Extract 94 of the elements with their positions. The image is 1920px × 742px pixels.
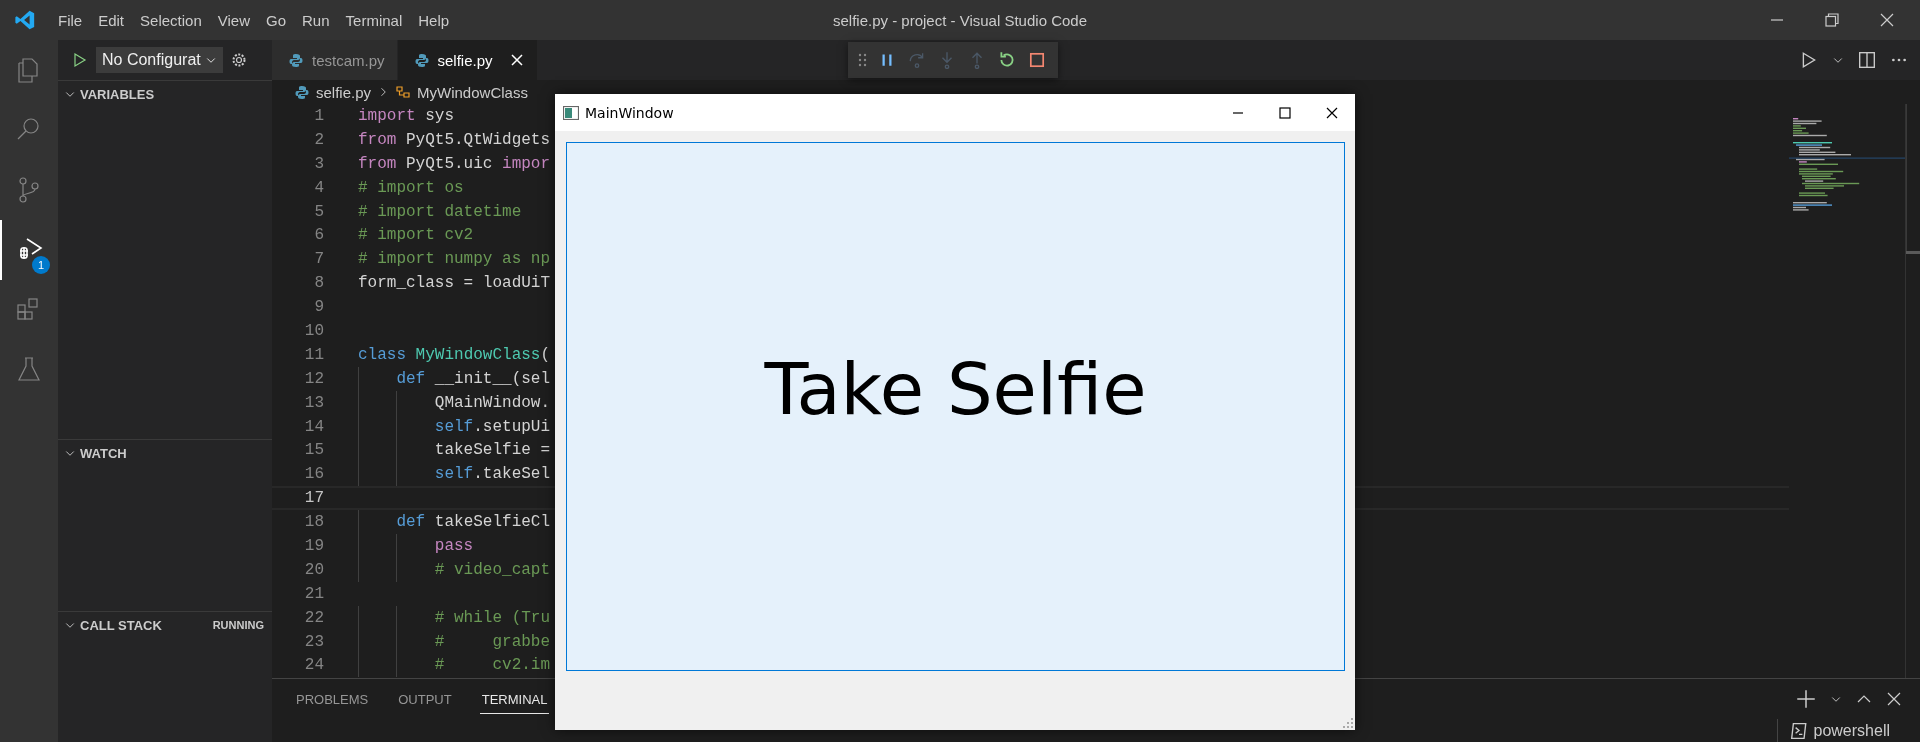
line-number: 5 [313,202,324,221]
line-number: 18 [303,513,324,532]
line-number: 17 [303,489,324,508]
line-number: 20 [303,560,324,579]
menu-item[interactable]: File [50,8,91,32]
line-number: 22 [303,608,324,627]
python-file-icon [294,84,310,100]
restore-icon[interactable] [1824,13,1839,27]
step-over-icon [908,51,926,69]
code-line: # while (Tru [434,608,551,627]
window-title: MainWindow [585,104,674,121]
grip-icon[interactable] [858,52,868,68]
section-title: WATCH [80,445,127,461]
take-selfie-button[interactable]: Take Selfie [566,142,1345,671]
section-title: CALL STACK [80,617,162,633]
menu-item[interactable]: Selection [132,8,210,32]
code-line: from PyQt5.uic impor [358,154,551,173]
line-number: 12 [303,369,324,388]
code-line: self.setupUi [434,417,551,436]
section-header[interactable]: WATCH [58,440,272,466]
settings-icon[interactable] [230,52,247,68]
line-number: 8 [313,274,324,293]
stop-icon [1028,51,1046,69]
menu-item[interactable]: Run [294,8,338,32]
line-number: 14 [303,417,324,436]
line-number: 11 [303,345,324,364]
line-number: 16 [303,465,324,484]
line-number: 24 [303,656,324,675]
code-line: # video_capt [434,560,551,579]
code-line: pass [434,536,474,555]
python-file-icon [288,52,304,68]
line-number: 10 [303,321,324,340]
line-number: 1 [313,106,324,125]
terminal-icon [1789,721,1808,740]
line-number: 7 [313,250,324,269]
breadcrumb-item[interactable]: selfie.py [316,83,372,101]
section-header[interactable]: CALL STACK RUNNING [58,612,272,638]
code-line: def takeSelfieCl [396,513,551,532]
window-title: selfie.py - project - Visual Studio Code [833,11,1087,29]
code-line: # grabbe [434,632,551,651]
editor-logo-icon [14,9,36,31]
line-number: 23 [303,632,324,651]
menu-item[interactable]: Help [410,8,458,32]
code-line: self.takeSel [434,465,551,484]
scrollbar-drawing[interactable] [1906,104,1920,254]
maximize-icon[interactable] [1278,106,1291,119]
code-line: # import os [358,178,464,197]
code-line: # import numpy as np [358,250,551,269]
panel-tab[interactable]: PROBLEMS [294,684,371,714]
restart-icon [998,51,1016,69]
code-line: def __init__(sel [396,369,551,388]
line-number: 3 [313,154,324,173]
app-window-icon [563,105,579,120]
class-icon [395,84,412,100]
panel-tab[interactable]: OUTPUT [396,684,454,714]
line-number: 13 [303,393,324,412]
code-line: # import datetime [358,202,522,221]
line-number: 6 [313,226,324,245]
line-number: 4 [313,178,324,197]
menu-item[interactable]: Go [258,8,294,32]
code-line: class MyWindowClass( [358,345,551,364]
menu-item[interactable]: Terminal [337,8,411,32]
resize-grip-icon [1343,718,1353,728]
menu-item[interactable]: View [209,8,258,32]
code-line: form_class = loadUiT [358,274,551,293]
line-number: 15 [303,441,324,460]
terminal-item[interactable]: powershell [1776,719,1890,742]
line-number: 21 [303,584,324,603]
breadcrumb-item[interactable]: MyWindowClass [417,83,528,101]
line-number: 2 [313,130,324,149]
code-line: # import cv2 [358,226,474,245]
section-header[interactable]: VARIABLES [58,81,272,107]
configuration-dropdown[interactable]: No Configurat [96,47,223,73]
status-label: RUNNING [212,619,264,631]
code-line: QMainWindow. [434,393,551,412]
editor-tab[interactable]: testcam.py [272,40,398,80]
line-number: 19 [303,536,324,555]
code-line: takeSelfie = [434,441,551,460]
section-title: VARIABLES [80,86,155,102]
python-file-icon [413,52,430,68]
close-icon[interactable] [1325,106,1338,119]
run-icon[interactable] [1800,51,1818,69]
split-editor-icon[interactable] [1858,51,1876,69]
code-line: # cv2.im [434,656,551,675]
count-badge: 1 [32,256,50,274]
code-line: import sys [358,106,454,125]
play-icon[interactable] [72,52,88,68]
menu-item[interactable]: Edit [90,8,133,32]
plus-icon[interactable] [1796,689,1816,709]
close-icon[interactable] [508,52,525,68]
code-line: from PyQt5.QtWidgets [358,130,551,149]
editor-tab[interactable]: selfie.py [397,40,538,80]
line-number: 9 [313,298,324,317]
panel-tab[interactable]: TERMINAL [479,684,550,714]
